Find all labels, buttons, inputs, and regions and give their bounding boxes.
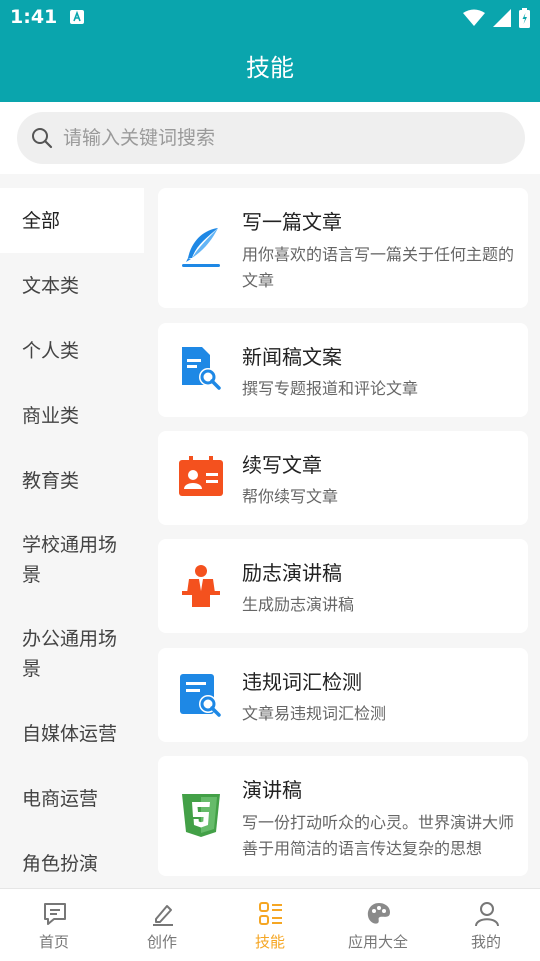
status-time: 1:41 (10, 6, 58, 28)
skill-desc: 帮你续写文章 (242, 487, 339, 506)
category-media[interactable]: 自媒体运营 (0, 701, 144, 766)
nav-label: 技能 (254, 933, 285, 951)
search-icon (32, 128, 53, 149)
nav-apps[interactable]: 应用大全 (324, 889, 432, 961)
quill-feather-icon (182, 228, 220, 267)
html5-shield-icon (182, 794, 220, 837)
skills-list-icon (259, 902, 282, 925)
skill-list: 写一篇文章 用你喜欢的语言写一篇关于任何主题的文章 新闻稿文案 撰写专题报道和评… (144, 174, 540, 888)
category-label: 全部 (22, 209, 61, 232)
category-education[interactable]: 教育类 (0, 448, 144, 513)
skill-title: 新闻稿文案 (242, 345, 342, 369)
contact-card-icon (179, 456, 223, 496)
palette-icon (367, 903, 390, 924)
category-label: 角色扮演 (22, 852, 99, 875)
skill-title: 续写文章 (242, 453, 322, 477)
category-all[interactable]: 全部 (0, 188, 144, 253)
skill-title: 励志演讲稿 (242, 561, 342, 585)
skill-desc: 用你喜欢的语言写一篇关于任何主题的文章 (242, 245, 514, 290)
nav-label: 应用大全 (347, 933, 408, 951)
wifi-icon (463, 9, 485, 26)
nav-label: 创作 (146, 933, 177, 951)
category-roleplay[interactable]: 角色扮演 (0, 831, 144, 896)
skill-title: 写一篇文章 (242, 210, 342, 234)
skill-card[interactable]: 违规词汇检测 文章易违规词汇检测 (158, 648, 528, 742)
skill-desc: 生成励志演讲稿 (242, 595, 355, 614)
skill-card[interactable]: 写一篇文章 用你喜欢的语言写一篇关于任何主题的文章 (158, 188, 528, 308)
nav-skills[interactable]: 技能 (216, 889, 324, 961)
nav-me[interactable]: 我的 (432, 889, 540, 961)
skill-desc: 写一份打动听众的心灵。世界演讲大师善于用简洁的语言传达复杂的思想 (242, 813, 514, 858)
speaker-person-icon (182, 565, 220, 607)
signal-icon (493, 9, 511, 27)
chat-bubble-icon (44, 903, 66, 925)
skill-card[interactable]: 新闻稿文案 撰写专题报道和评论文章 (158, 323, 528, 417)
category-label: 自媒体运营 (22, 722, 118, 745)
search-input[interactable] (61, 126, 485, 150)
skill-card[interactable]: 续写文章 帮你续写文章 (158, 431, 528, 525)
skill-desc: 撰写专题报道和评论文章 (242, 379, 419, 398)
category-school[interactable]: 学校通用场景 (0, 513, 144, 607)
search-box[interactable] (17, 112, 525, 164)
category-personal[interactable]: 个人类 (0, 318, 144, 383)
user-icon (475, 902, 499, 927)
nav-label: 首页 (38, 933, 69, 951)
skill-title: 演讲稿 (242, 778, 302, 802)
notification-a-icon (70, 10, 84, 24)
category-business[interactable]: 商业类 (0, 383, 144, 448)
nav-home[interactable]: 首页 (0, 889, 108, 961)
bottom-nav: 首页 创作 技能 应用大全 我的 (0, 888, 540, 961)
nav-label: 我的 (470, 933, 501, 951)
pencil-icon (153, 905, 173, 926)
search-area (0, 102, 540, 174)
category-label: 文本类 (22, 274, 80, 297)
category-label: 商业类 (22, 404, 80, 427)
page-title: 技能 (246, 54, 294, 82)
skill-card[interactable]: 励志演讲稿 生成励志演讲稿 (158, 539, 528, 633)
category-label: 学校通用场景 (22, 534, 118, 586)
skill-card[interactable]: 演讲稿 写一份打动听众的心灵。世界演讲大师善于用简洁的语言传达复杂的思想 (158, 756, 528, 876)
skill-desc: 文章易违规词汇检测 (242, 704, 387, 723)
category-label: 办公通用场景 (22, 628, 118, 680)
category-label: 教育类 (22, 469, 80, 492)
status-icons (463, 8, 530, 28)
category-label: 电商运营 (22, 787, 99, 810)
document-search-icon (182, 347, 221, 390)
category-office[interactable]: 办公通用场景 (0, 607, 144, 701)
skill-title: 违规词汇检测 (242, 670, 362, 694)
status-bar: 1:41 (0, 0, 540, 36)
battery-icon (519, 8, 530, 28)
file-inspect-icon (180, 674, 221, 717)
category-ecommerce[interactable]: 电商运营 (0, 766, 144, 831)
app-bar: 技能 (0, 36, 540, 102)
category-text[interactable]: 文本类 (0, 253, 144, 318)
category-label: 个人类 (22, 339, 80, 362)
category-sidebar: 全部 文本类 个人类 商业类 教育类 学校通用场景 办公通用场景 自媒体运营 电… (0, 174, 144, 888)
nav-create[interactable]: 创作 (108, 889, 216, 961)
